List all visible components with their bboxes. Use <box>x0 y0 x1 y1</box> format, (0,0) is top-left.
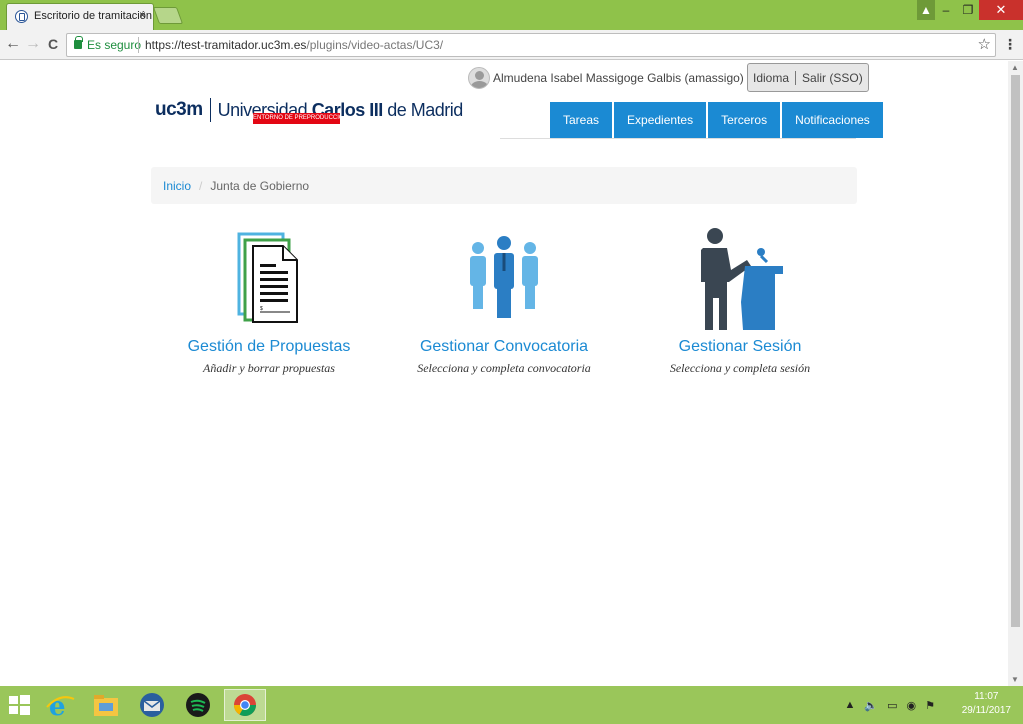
tab-close-icon[interactable]: × <box>139 8 146 22</box>
scroll-down-icon[interactable]: ▼ <box>1011 675 1019 684</box>
logo-uc3m: uc3m <box>155 99 203 120</box>
url-text: https://test-tramitador.uc3m.es/plugins/… <box>145 38 443 52</box>
tray-expand-icon[interactable]: ▲ <box>845 699 856 712</box>
breadcrumb-home-link[interactable]: Inicio <box>163 179 191 193</box>
logout-button[interactable]: Salir (SSO) <box>802 71 863 85</box>
svg-text:e: e <box>49 692 66 721</box>
volume-icon[interactable]: 🔈 <box>864 699 878 712</box>
nav-underline <box>500 138 856 139</box>
card-subtitle: Añadir y borrar propuestas <box>203 361 335 375</box>
avatar <box>468 67 490 89</box>
scroll-up-icon[interactable]: ▲ <box>1011 63 1019 72</box>
card-title[interactable]: Gestión de Propuestas <box>149 338 389 356</box>
page-scrollbar[interactable]: ▲ ▼ <box>1008 61 1023 686</box>
user-name: Almudena Isabel Massigoge Galbis (amassi… <box>493 71 744 85</box>
language-logout-group: Idioma Salir (SSO) <box>747 63 869 92</box>
thunderbird-icon[interactable] <box>136 689 168 721</box>
windows-taskbar: e ▲ 🔈 ▭ ◉ ⚑ 11:07 29/11/2017 <box>0 686 1023 724</box>
uc3m-favicon-icon <box>15 10 28 23</box>
network-icon[interactable]: ▭ <box>887 699 897 712</box>
windows-start-icon[interactable] <box>3 689 35 721</box>
nav-item-terceros[interactable]: Terceros <box>708 102 781 138</box>
nav-item-expedientes[interactable]: Expedientes <box>614 102 707 138</box>
card-gestionar-sesion[interactable]: Gestionar Sesión Selecciona y completa s… <box>620 226 860 376</box>
url-host: https://test-tramitador.uc3m.es <box>145 38 307 52</box>
logo-divider <box>209 98 211 122</box>
nav-item-tareas[interactable]: Tareas <box>550 102 613 138</box>
internet-explorer-icon[interactable]: e <box>44 689 76 722</box>
browser-toolbar: ← → C Es seguro https://test-tramitador.… <box>0 30 1023 60</box>
breadcrumb-current: Junta de Gobierno <box>210 178 310 193</box>
profile-icon[interactable]: ▲ <box>917 0 935 20</box>
secure-label: Es seguro <box>87 38 142 52</box>
address-separator <box>138 37 139 53</box>
language-button[interactable]: Idioma <box>753 71 789 85</box>
card-title[interactable]: Gestionar Sesión <box>620 338 860 356</box>
card-subtitle: Selecciona y completa convocatoria <box>417 361 591 375</box>
svg-text:$: $ <box>260 306 263 312</box>
file-explorer-icon[interactable] <box>90 689 122 721</box>
browser-menu-icon[interactable]: ⋮ <box>1003 36 1017 53</box>
tab-title: Escritorio de tramitación <box>34 10 152 22</box>
card-gestion-propuestas[interactable]: $ Gestión de Propuestas Añadir y borrar … <box>149 226 389 376</box>
people-group-icon <box>470 236 538 318</box>
address-bar[interactable]: Es seguro https://test-tramitador.uc3m.e… <box>66 33 996 57</box>
user-info: Almudena Isabel Massigoge Galbis (amassi… <box>468 65 768 91</box>
back-button[interactable]: ← <box>4 35 22 53</box>
documents-icon: $ <box>237 232 298 323</box>
logo-univ-post: de Madrid <box>382 99 463 120</box>
system-tray: ▲ 🔈 ▭ ◉ ⚑ <box>845 699 935 712</box>
forward-button[interactable]: → <box>24 35 42 53</box>
chrome-icon[interactable] <box>224 689 266 721</box>
breadcrumb-separator: / <box>199 178 203 193</box>
restore-button[interactable]: ❐ <box>957 0 979 20</box>
new-tab-button[interactable] <box>152 7 184 24</box>
main-navigation: Tareas Expedientes Terceros Notificacion… <box>550 102 883 138</box>
breadcrumb: Inicio / Junta de Gobierno <box>151 167 857 204</box>
window-controls: ▲ – ❐ ✕ <box>917 0 1023 20</box>
reload-button[interactable]: C <box>44 35 62 53</box>
clock-date: 29/11/2017 <box>961 705 1011 716</box>
security-icon[interactable]: ◉ <box>907 699 917 712</box>
divider <box>795 70 797 85</box>
close-window-button[interactable]: ✕ <box>979 0 1023 20</box>
system-clock[interactable]: 11:07 29/11/2017 <box>962 690 1011 718</box>
url-path: /plugins/video-actas/UC3/ <box>306 38 444 52</box>
minimize-button[interactable]: – <box>935 0 957 20</box>
card-subtitle: Selecciona y completa sesión <box>669 361 811 375</box>
lock-icon <box>74 36 83 49</box>
browser-tab[interactable]: Escritorio de tramitación × <box>6 3 154 30</box>
speaker-podium-icon <box>701 228 783 330</box>
nav-item-notificaciones[interactable]: Notificaciones <box>782 102 883 138</box>
clock-time: 11:07 <box>974 691 999 702</box>
card-gestionar-convocatoria[interactable]: Gestionar Convocatoria Selecciona y comp… <box>384 226 624 376</box>
scrollbar-thumb[interactable] <box>1011 75 1020 627</box>
bookmark-star-icon[interactable]: ☆ <box>978 35 991 53</box>
browser-title-bar: Escritorio de tramitación × ▲ – ❐ ✕ <box>0 0 1023 30</box>
spotify-icon[interactable] <box>182 689 214 721</box>
flag-icon[interactable]: ⚑ <box>925 699 935 712</box>
preproduction-banner: ENTORNO DE PREPRODUCCIÓN <box>253 113 340 124</box>
card-title[interactable]: Gestionar Convocatoria <box>384 338 624 356</box>
